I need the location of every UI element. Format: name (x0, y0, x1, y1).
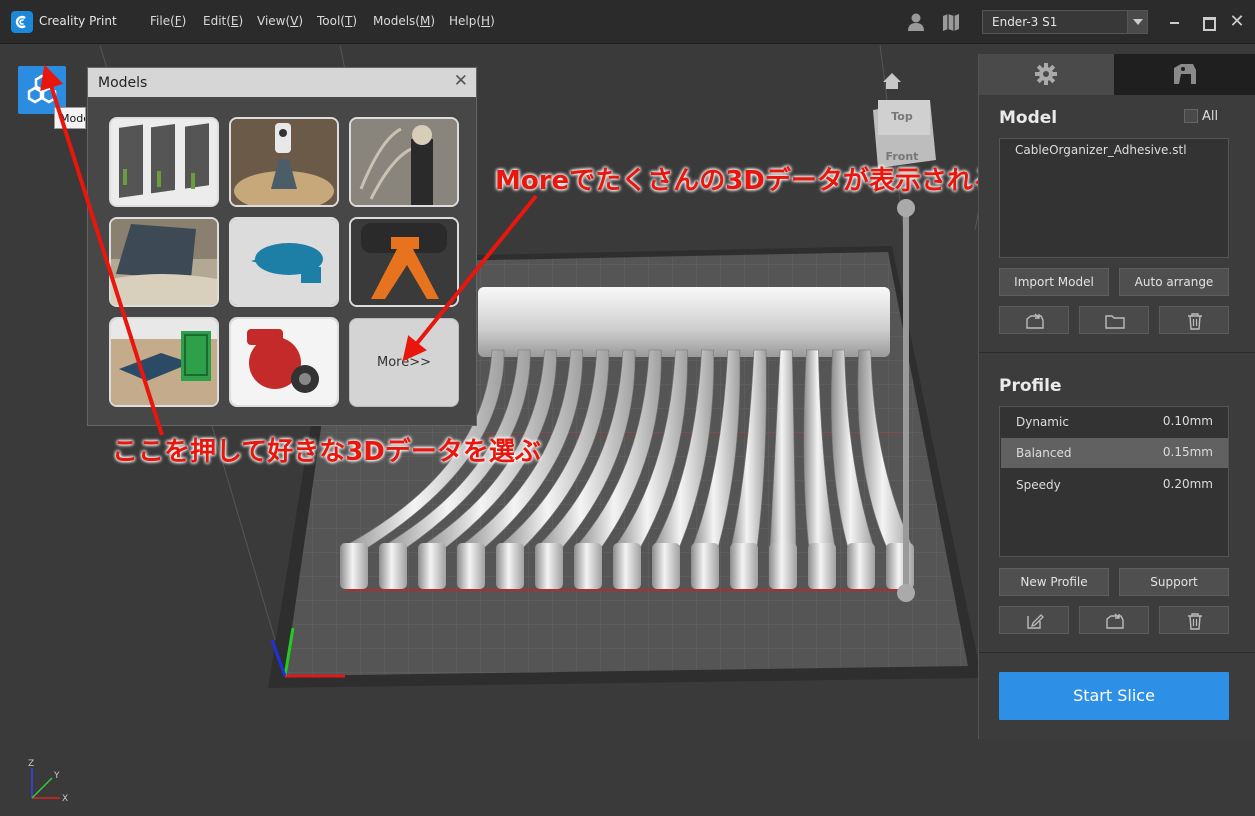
new-profile-button[interactable]: New Profile (999, 568, 1109, 596)
profile-row-speedy[interactable]: Speedy 0.20mm (1001, 470, 1228, 500)
import-model-button[interactable]: Import Model (999, 268, 1109, 296)
auto-arrange-button[interactable]: Auto arrange (1119, 268, 1229, 296)
delete-model-button[interactable] (1159, 306, 1229, 334)
profile-layer-height: 0.20mm (1162, 477, 1213, 491)
edit-icon (1027, 614, 1044, 629)
trash-icon (1188, 613, 1202, 630)
profile-list[interactable]: Dynamic 0.10mm Balanced 0.15mm Speedy 0.… (999, 406, 1229, 557)
printer-icon (1174, 64, 1196, 84)
model-heading: Model (999, 108, 1058, 128)
profile-layer-height: 0.15mm (1162, 445, 1213, 459)
model-list[interactable]: CableOrganizer_Adhesive.stl (999, 138, 1229, 258)
export-icon (1106, 613, 1124, 629)
profile-name: Balanced (1016, 446, 1072, 460)
delete-profile-button[interactable] (1159, 606, 1229, 634)
annotation-choose-note: ここを押して好きな3Dデータを選ぶ (112, 437, 541, 467)
trash-icon (1188, 313, 1202, 330)
edit-profile-button[interactable] (999, 606, 1069, 634)
support-button[interactable]: Support (1119, 568, 1229, 596)
export-icon (1026, 313, 1044, 329)
divider (979, 352, 1255, 353)
annotation-more-note: Moreでたくさんの3Dデータが表示される (495, 166, 999, 196)
profile-name: Dynamic (1016, 415, 1069, 429)
side-tabs (979, 54, 1255, 95)
tab-printer[interactable] (1114, 54, 1255, 95)
export-profile-button[interactable] (1079, 606, 1149, 634)
export-model-button[interactable] (999, 306, 1069, 334)
profile-layer-height: 0.10mm (1162, 414, 1213, 428)
side-panel: Model All CableOrganizer_Adhesive.stl Im… (978, 54, 1255, 739)
profile-row-dynamic[interactable]: Dynamic 0.10mm (1001, 407, 1228, 437)
open-folder-button[interactable] (1079, 306, 1149, 334)
tab-settings[interactable] (979, 54, 1114, 95)
divider (979, 652, 1255, 653)
model-list-item[interactable]: CableOrganizer_Adhesive.stl (1015, 143, 1187, 157)
profile-heading: Profile (999, 376, 1062, 396)
select-all-label: All (1202, 109, 1219, 124)
folder-icon (1105, 315, 1125, 329)
select-all-checkbox[interactable] (1184, 109, 1198, 123)
start-slice-button[interactable]: Start Slice (999, 672, 1229, 720)
profile-row-balanced[interactable]: Balanced 0.15mm (1001, 438, 1228, 468)
profile-name: Speedy (1016, 478, 1061, 492)
gear-icon (1035, 63, 1057, 85)
